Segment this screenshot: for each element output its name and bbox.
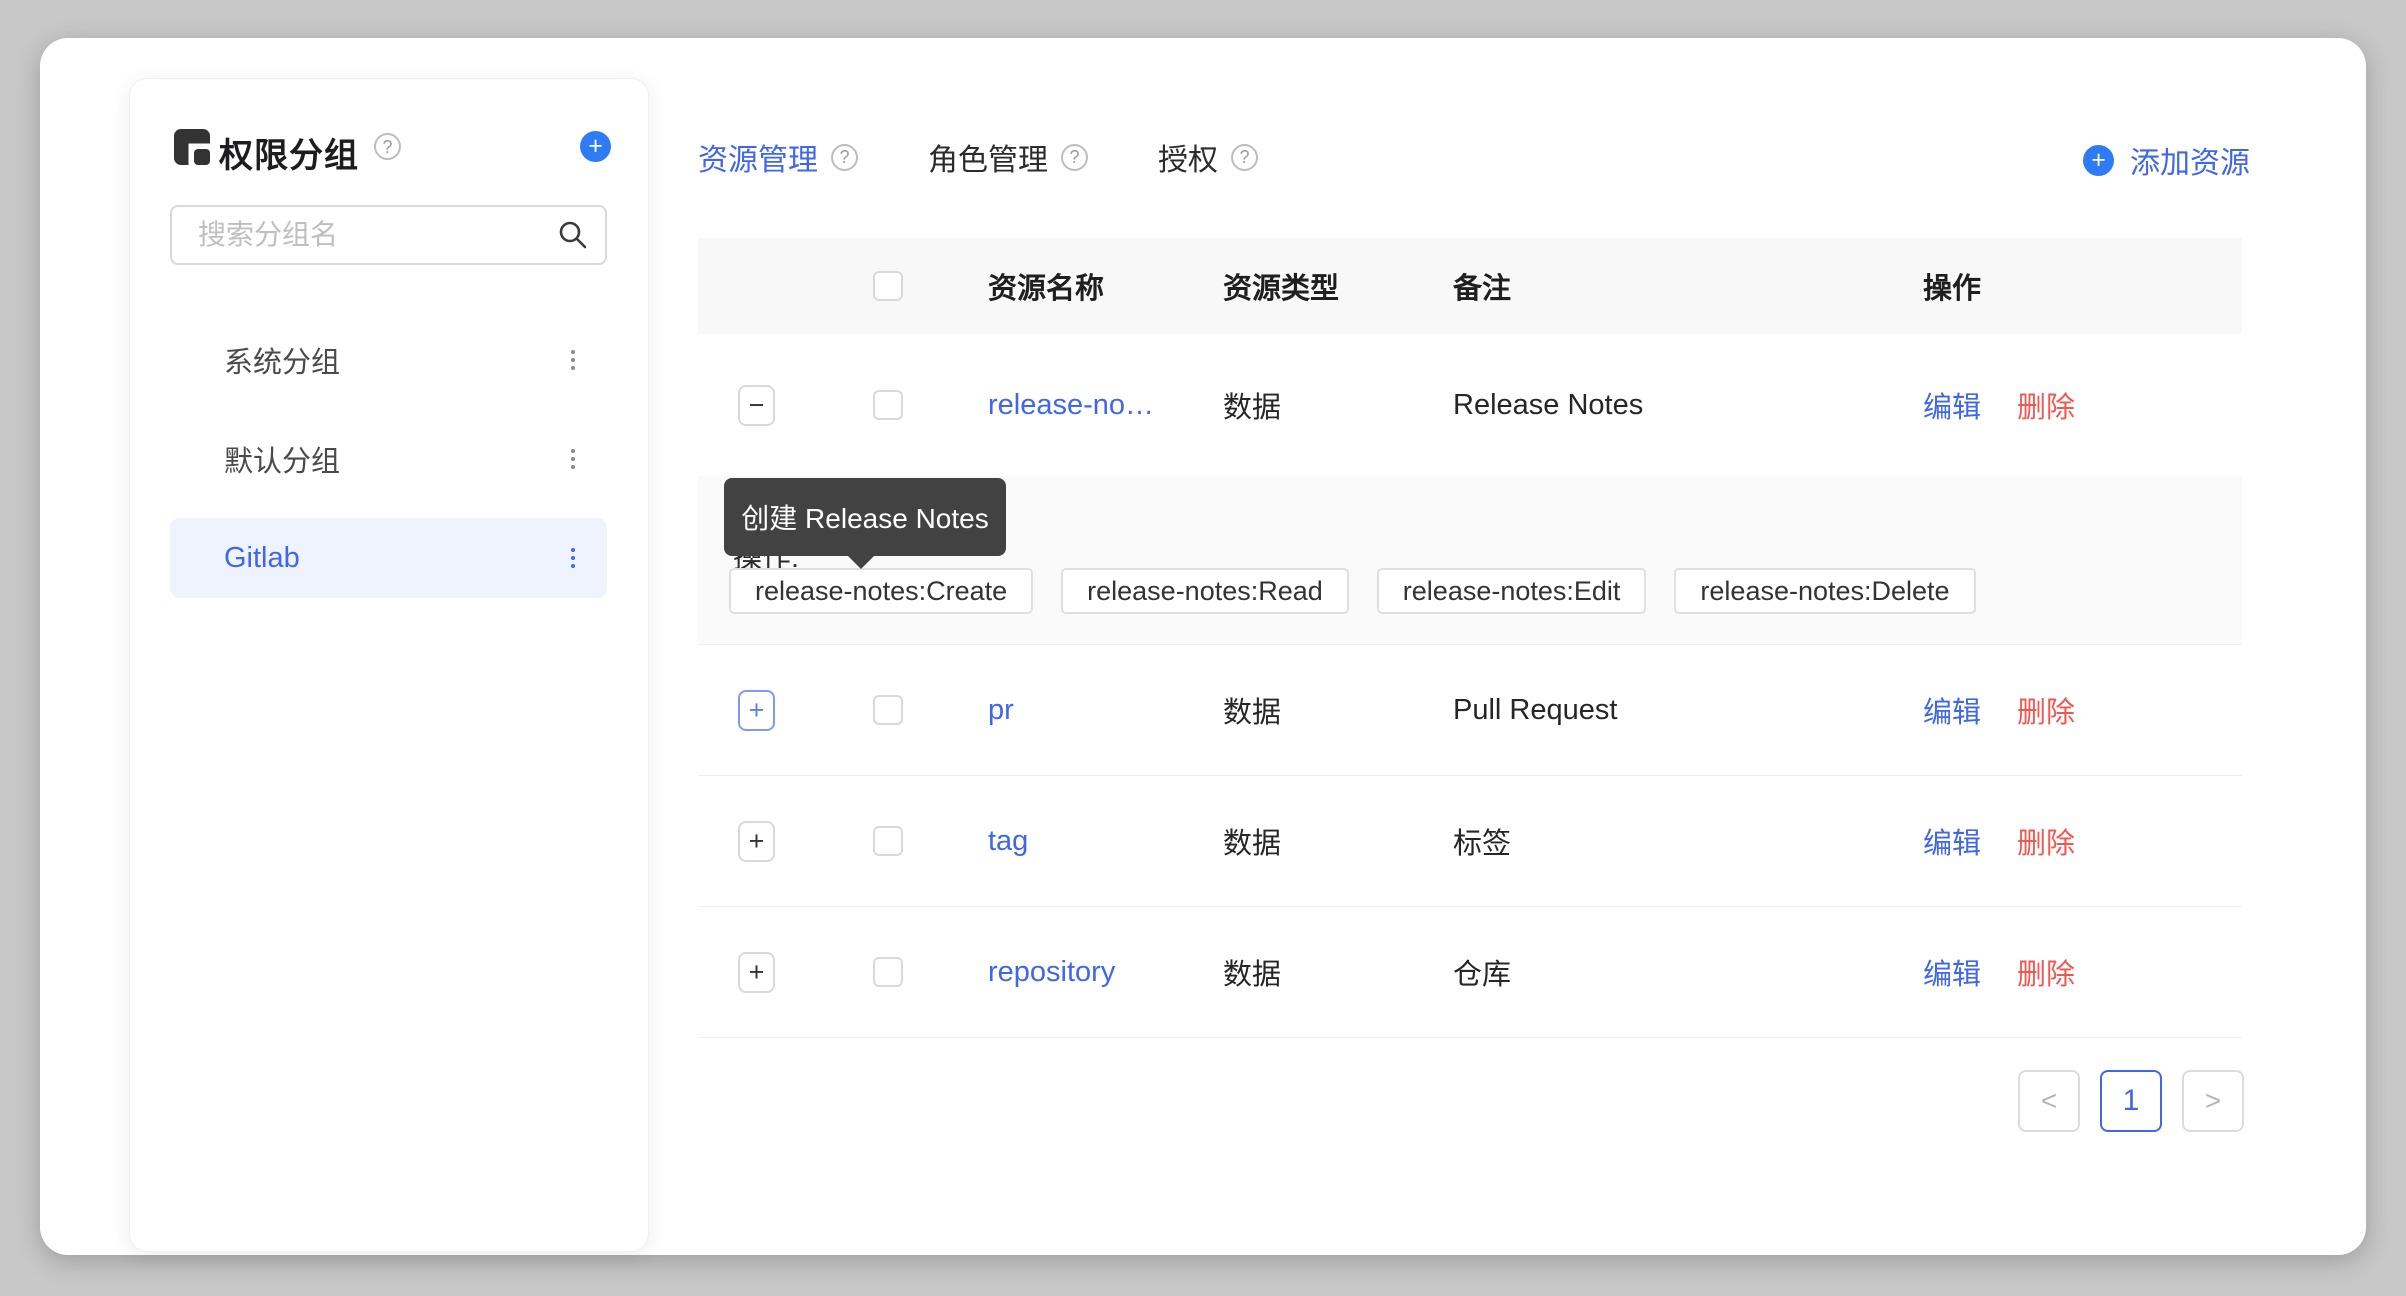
tab-help-icon[interactable]: ? bbox=[831, 143, 858, 171]
tab-resource-management[interactable]: 资源管理 ? bbox=[698, 135, 858, 179]
group-label: Gitlab bbox=[224, 541, 300, 574]
edit-link[interactable]: 编辑 bbox=[1923, 689, 1981, 731]
column-header-actions: 操作 bbox=[1923, 273, 1982, 305]
permission-tag-list: release-notes:Create release-notes:Read … bbox=[729, 568, 1976, 614]
column-header-note: 备注 bbox=[1453, 273, 1512, 305]
plus-circle-icon: + bbox=[2083, 144, 2114, 176]
resource-type: 数据 bbox=[1223, 959, 1282, 991]
group-search-box bbox=[170, 205, 607, 265]
plus-icon: + bbox=[748, 825, 765, 856]
plus-icon: + bbox=[748, 956, 765, 987]
tab-role-management[interactable]: 角色管理 ? bbox=[928, 135, 1088, 179]
more-actions-icon[interactable] bbox=[567, 544, 579, 572]
main-tabs: 资源管理 ? 角色管理 ? 授权 ? bbox=[698, 134, 1258, 180]
resource-type: 数据 bbox=[1223, 828, 1282, 860]
row-checkbox[interactable] bbox=[873, 390, 903, 420]
edit-link[interactable]: 编辑 bbox=[1923, 820, 1981, 862]
resource-type: 数据 bbox=[1223, 392, 1282, 424]
next-page-button[interactable]: > bbox=[2182, 1070, 2244, 1132]
permission-tag[interactable]: release-notes:Edit bbox=[1376, 568, 1647, 614]
previous-page-button[interactable]: < bbox=[2018, 1070, 2080, 1132]
resource-name-link[interactable]: tag bbox=[988, 825, 1028, 858]
column-header-type: 资源类型 bbox=[1223, 273, 1340, 305]
add-resource-label: 添加资源 bbox=[2130, 147, 2250, 180]
more-actions-icon[interactable] bbox=[567, 346, 579, 374]
resource-name-link[interactable]: release-no… bbox=[988, 389, 1154, 422]
add-group-button[interactable]: + bbox=[580, 131, 611, 162]
expand-row-button[interactable]: + bbox=[738, 689, 775, 731]
app-window: 权限分组 ? + 系统分组 默认分组 bbox=[40, 38, 2366, 1255]
table-row-tag: + tag 数据 标签 编辑 删除 bbox=[698, 776, 2242, 907]
search-icon bbox=[557, 219, 589, 251]
resource-note: 仓库 bbox=[1453, 959, 1512, 991]
tab-help-icon[interactable]: ? bbox=[1231, 143, 1258, 171]
add-resource-button[interactable]: + 添加资源 bbox=[2083, 138, 2250, 182]
table-row-repository: + repository 数据 仓库 编辑 删除 bbox=[698, 907, 2242, 1038]
sidebar-title: 权限分组 bbox=[219, 137, 359, 175]
expand-row-button[interactable]: + bbox=[738, 820, 775, 862]
group-list: 系统分组 默认分组 Gitlab bbox=[170, 320, 607, 617]
resource-name-link[interactable]: pr bbox=[988, 694, 1014, 727]
column-header-name: 资源名称 bbox=[988, 273, 1105, 305]
permission-tag[interactable]: release-notes:Read bbox=[1061, 568, 1349, 614]
tooltip: 创建 Release Notes bbox=[724, 478, 1006, 569]
permission-groups-sidebar: 权限分组 ? + 系统分组 默认分组 bbox=[129, 78, 649, 1252]
delete-link[interactable]: 删除 bbox=[2017, 951, 2075, 993]
sidebar-header: 权限分组 ? + bbox=[130, 129, 648, 175]
tab-help-icon[interactable]: ? bbox=[1061, 143, 1088, 171]
row-checkbox[interactable] bbox=[873, 695, 903, 725]
row-checkbox[interactable] bbox=[873, 826, 903, 856]
table-row-pr: + pr 数据 Pull Request 编辑 删除 bbox=[698, 645, 2242, 776]
select-all-checkbox[interactable] bbox=[873, 271, 903, 301]
row-checkbox[interactable] bbox=[873, 957, 903, 987]
page-background: 权限分组 ? + 系统分组 默认分组 bbox=[0, 0, 2406, 1296]
collapse-row-button[interactable]: − bbox=[738, 384, 775, 426]
expand-row-button[interactable]: + bbox=[738, 951, 775, 993]
tooltip-text: 创建 Release Notes bbox=[741, 503, 989, 534]
minus-icon: − bbox=[748, 389, 765, 420]
resource-note: Release Notes bbox=[1453, 388, 1644, 421]
edit-link[interactable]: 编辑 bbox=[1923, 951, 1981, 993]
tab-authorization[interactable]: 授权 ? bbox=[1158, 135, 1258, 179]
delete-link[interactable]: 删除 bbox=[2017, 384, 2075, 426]
sidebar-item-gitlab[interactable]: Gitlab bbox=[170, 518, 607, 598]
resource-table: 资源名称 资源类型 备注 操作 − release-no… 数据 Release… bbox=[698, 238, 2242, 1038]
table-header-row: 资源名称 资源类型 备注 操作 bbox=[698, 238, 2242, 334]
sidebar-item-system-group[interactable]: 系统分组 bbox=[170, 320, 607, 400]
page-1-button[interactable]: 1 bbox=[2100, 1070, 2162, 1132]
resource-note: Pull Request bbox=[1453, 693, 1618, 726]
resource-type: 数据 bbox=[1223, 697, 1282, 729]
group-search-input[interactable] bbox=[170, 205, 607, 265]
pagination: < 1 > bbox=[2018, 1070, 2244, 1132]
plus-icon: + bbox=[748, 694, 765, 725]
permission-tag[interactable]: release-notes:Create bbox=[729, 568, 1034, 614]
group-label: 系统分组 bbox=[224, 347, 341, 379]
expanded-permissions-panel: 创建 Release Notes 操作: release-notes:Creat… bbox=[698, 476, 2242, 645]
table-row-release-notes: − release-no… 数据 Release Notes 编辑 删除 bbox=[698, 334, 2242, 476]
permission-tag[interactable]: release-notes:Delete bbox=[1674, 568, 1976, 614]
delete-link[interactable]: 删除 bbox=[2017, 689, 2075, 731]
resource-name-link[interactable]: repository bbox=[988, 956, 1115, 989]
more-actions-icon[interactable] bbox=[567, 445, 579, 473]
app-logo-icon bbox=[174, 129, 210, 165]
plus-icon: + bbox=[588, 132, 603, 160]
resource-note: 标签 bbox=[1453, 828, 1512, 860]
sidebar-help-icon[interactable]: ? bbox=[374, 133, 401, 160]
sidebar-item-default-group[interactable]: 默认分组 bbox=[170, 419, 607, 499]
edit-link[interactable]: 编辑 bbox=[1923, 384, 1981, 426]
group-label: 默认分组 bbox=[224, 446, 341, 478]
delete-link[interactable]: 删除 bbox=[2017, 820, 2075, 862]
